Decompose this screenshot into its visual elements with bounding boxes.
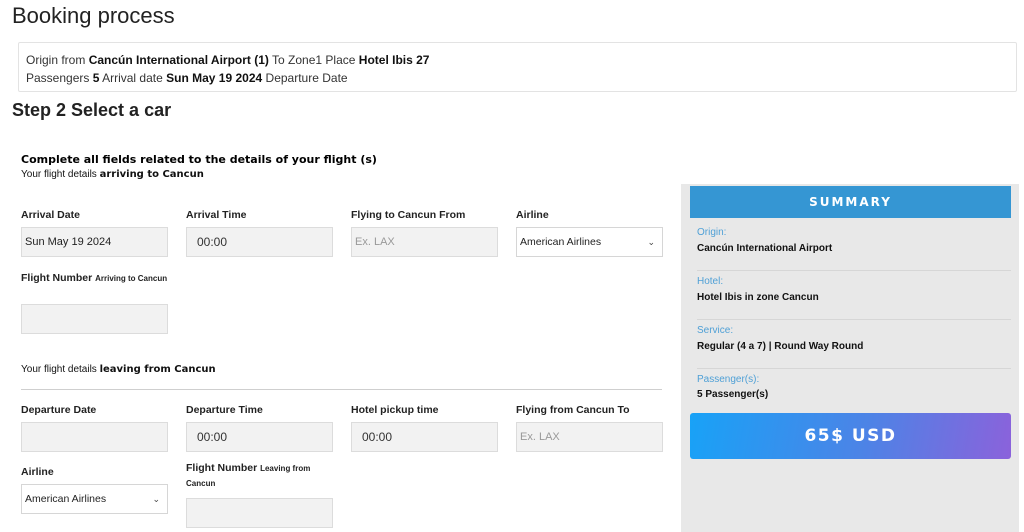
- summary-label: Origin:: [697, 227, 727, 238]
- summary-panel: SUMMARY Origin: Cancún International Air…: [681, 184, 1019, 532]
- arriving-bold: arriving to Cancun: [99, 169, 204, 180]
- arrival-date-input[interactable]: [21, 227, 168, 257]
- departure-time-input[interactable]: [186, 422, 333, 452]
- summary-header: SUMMARY: [690, 186, 1011, 218]
- form-heading: Complete all fields related to the detai…: [21, 153, 377, 166]
- total-price: 65$ USD: [690, 413, 1011, 459]
- hotel-pickup-input[interactable]: [351, 422, 498, 452]
- summary-value: 5 Passenger(s): [697, 389, 769, 400]
- chevron-down-icon: ⌄: [152, 494, 160, 504]
- to-prefix: To Zone1 Place: [272, 53, 356, 67]
- summary-label: Hotel:: [697, 276, 724, 287]
- arrival-flight-number-label: Flight Number Arriving to Cancun: [21, 271, 171, 286]
- summary-item-passengers: Passenger(s): 5 Passenger(s): [697, 369, 1011, 418]
- departure-date-label: Departure Date: [21, 404, 97, 416]
- summary-label: Passenger(s):: [697, 374, 760, 385]
- departure-airline-label: Airline: [21, 466, 54, 478]
- leaving-prefix: Your flight details: [21, 364, 97, 375]
- leaving-subheading: Your flight details leaving from Cancun: [21, 364, 216, 375]
- departure-date-input[interactable]: [21, 422, 168, 452]
- section-divider: [21, 389, 662, 390]
- departure-time-label: Departure Time: [186, 404, 263, 416]
- arrival-time-input[interactable]: [186, 227, 333, 257]
- arrival-date-label: Arrival Date: [21, 209, 80, 221]
- arrival-flight-number-input[interactable]: [21, 304, 168, 334]
- arriving-subheading: Your flight details arriving to Cancun: [21, 169, 204, 180]
- arrival-airline-value: American Airlines: [520, 236, 602, 248]
- arrival-airline-label: Airline: [516, 209, 549, 221]
- info-line-2: Passengers 5 Arrival date Sun May 19 202…: [26, 69, 1009, 87]
- leaving-bold: leaving from Cancun: [99, 364, 216, 375]
- chevron-down-icon: ⌄: [647, 237, 655, 247]
- passengers-value: 5: [92, 71, 100, 85]
- origin-value: Cancún International Airport (1): [88, 53, 269, 67]
- hotel-pickup-label: Hotel pickup time: [351, 404, 439, 416]
- arrival-time-label: Arrival Time: [186, 209, 247, 221]
- page-title: Booking process: [12, 3, 175, 28]
- flying-to-label: Flying from Cancun To: [516, 404, 630, 416]
- summary-item-hotel: Hotel: Hotel Ibis in zone Cancun: [697, 271, 1011, 320]
- step-title: Step 2 Select a car: [12, 100, 172, 120]
- arrival-airline-select[interactable]: American Airlines ⌄: [516, 227, 663, 257]
- summary-item-service: Service: Regular (4 a 7) | Round Way Rou…: [697, 320, 1011, 369]
- booking-info-box: Origin from Cancún International Airport…: [18, 42, 1017, 92]
- summary-label: Service:: [697, 325, 734, 336]
- arrival-date-value: Sun May 19 2024: [166, 71, 263, 85]
- summary-value: Cancún International Airport: [697, 243, 833, 254]
- departure-airline-select[interactable]: American Airlines ⌄: [21, 484, 168, 514]
- departure-flight-number-input[interactable]: [186, 498, 333, 528]
- summary-value: Hotel Ibis in zone Cancun: [697, 292, 819, 303]
- passengers-prefix: Passengers: [26, 71, 90, 85]
- arriving-prefix: Your flight details: [21, 169, 97, 180]
- departure-airline-value: American Airlines: [25, 493, 107, 505]
- flying-from-label: Flying to Cancun From: [351, 209, 466, 221]
- flying-to-input[interactable]: [516, 422, 663, 452]
- summary-item-origin: Origin: Cancún International Airport: [697, 222, 1011, 271]
- place-value: Hotel Ibis 27: [358, 53, 430, 67]
- departure-prefix: Departure Date: [265, 71, 348, 85]
- arrival-prefix: Arrival date: [102, 71, 163, 85]
- flying-from-input[interactable]: [351, 227, 498, 257]
- departure-flight-number-label-main: Flight Number: [186, 462, 258, 474]
- arrival-flight-number-label-small: Arriving to Cancun: [95, 274, 168, 283]
- departure-flight-number-label: Flight Number Leaving from Cancun: [186, 461, 336, 491]
- summary-value: Regular (4 a 7) | Round Way Round: [697, 341, 864, 352]
- origin-prefix: Origin from: [26, 53, 86, 67]
- arrival-flight-number-label-main: Flight Number: [21, 272, 93, 284]
- info-line-1: Origin from Cancún International Airport…: [26, 51, 1009, 69]
